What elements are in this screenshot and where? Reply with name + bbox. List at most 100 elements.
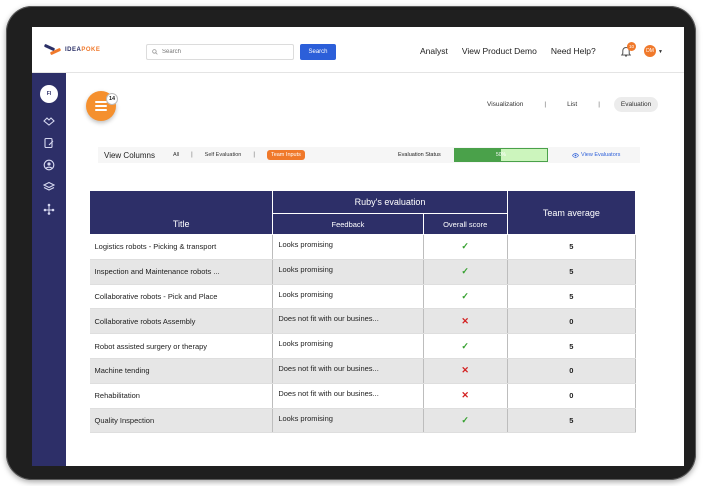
column-group-header: Ruby's evaluation: [272, 190, 508, 214]
row-score-cell: ✕: [423, 308, 508, 335]
view-evaluators-link[interactable]: View Evaluators: [572, 152, 620, 158]
column-header-overall-score[interactable]: Overall score: [422, 213, 508, 235]
column-option-team-inputs[interactable]: Team Inputs: [266, 150, 305, 160]
chevron-down-icon[interactable]: ▼: [658, 49, 663, 55]
cross-icon: ✕: [461, 365, 469, 376]
tab-list[interactable]: List: [560, 97, 584, 112]
row-score-cell: ✓: [423, 408, 508, 434]
top-navbar: IDEAPOKE Search Analyst View Product Dem…: [32, 27, 684, 73]
menu-line: [95, 105, 107, 107]
row-score-cell: ✓: [423, 259, 508, 285]
view-columns-bar: View Columns All | Self Evaluation | Tea…: [98, 147, 640, 163]
row-title-cell: Collaborative robots Assembly: [89, 308, 274, 335]
row-team-average-cell: 0: [507, 308, 637, 335]
user-circle-icon[interactable]: [43, 159, 55, 171]
row-title-cell: Inspection and Maintenance robots ...: [89, 259, 274, 285]
nav-link-view-product-demo[interactable]: View Product Demo: [462, 46, 537, 56]
row-team-average-cell: 0: [507, 358, 637, 384]
row-team-average-cell: 5: [507, 284, 637, 310]
table-row[interactable]: Logistics robots - Picking & transport Lo…: [89, 234, 637, 260]
app-screen: IDEAPOKE Search Analyst View Product Dem…: [32, 27, 684, 466]
brand-logo[interactable]: IDEAPOKE: [43, 43, 101, 56]
top-nav-links: Analyst View Product Demo Need Help?: [420, 46, 596, 56]
table-row[interactable]: Machine tending Does not fit with our bus…: [89, 358, 637, 384]
row-feedback-cell: Does not fit with our busines...: [272, 383, 424, 409]
sidebar-workspace-badge[interactable]: FI: [40, 85, 58, 103]
row-team-average-cell: 5: [507, 234, 637, 260]
column-header-team-average[interactable]: Team average: [506, 190, 637, 235]
row-team-average-cell: 5: [507, 259, 637, 285]
tab-separator: |: [544, 101, 547, 108]
table-body: Logistics robots - Picking & transport Lo…: [89, 234, 637, 434]
row-team-average-cell: 5: [507, 333, 637, 359]
tab-separator: |: [598, 101, 600, 108]
network-icon[interactable]: [43, 203, 55, 215]
user-avatar[interactable]: DM: [644, 45, 656, 57]
main-content: 14 Visualization | List | Evaluation Vie…: [66, 73, 684, 466]
row-feedback-cell: Does not fit with our busines...: [272, 308, 424, 335]
row-title-cell: Collaborative robots - Pick and Place: [89, 284, 274, 310]
handshake-icon[interactable]: [43, 115, 55, 127]
search-button[interactable]: Search: [300, 44, 336, 60]
menu-count-badge: 14: [106, 93, 118, 105]
nav-link-need-help[interactable]: Need Help?: [551, 46, 596, 56]
progress-text: 50%: [495, 152, 506, 158]
cross-icon: ✕: [461, 315, 469, 326]
row-feedback-cell: Looks promising: [272, 333, 424, 359]
search-input[interactable]: [162, 49, 282, 55]
menu-line: [95, 109, 107, 111]
column-header-feedback[interactable]: Feedback: [272, 213, 424, 235]
check-icon: ✓: [461, 290, 469, 301]
row-score-cell: ✓: [423, 333, 508, 359]
evaluation-status-progress: 50%: [454, 148, 548, 162]
row-score-cell: ✓: [423, 234, 508, 260]
row-title-cell: Logistics robots - Picking & transport: [89, 234, 274, 260]
view-evaluators-label: View Evaluators: [581, 152, 621, 158]
row-feedback-cell: Does not fit with our busines...: [272, 358, 424, 384]
left-sidebar: FI: [32, 73, 66, 466]
tablet-frame: IDEAPOKE Search Analyst View Product Dem…: [6, 6, 696, 480]
row-score-cell: ✓: [423, 284, 508, 310]
row-score-cell: ✕: [423, 358, 508, 384]
table-row[interactable]: Inspection and Maintenance robots ... Loo…: [89, 259, 637, 285]
table-row[interactable]: Rehabilitation Does not fit with our busi…: [89, 383, 637, 409]
row-feedback-cell: Looks promising: [272, 408, 424, 434]
notification-badge: 10: [627, 42, 636, 51]
row-feedback-cell: Looks promising: [272, 284, 424, 310]
layers-icon[interactable]: [43, 181, 55, 193]
row-title-cell: Rehabilitation: [89, 383, 274, 409]
search-box: [146, 44, 294, 60]
eye-icon: [572, 152, 579, 158]
nav-link-analyst[interactable]: Analyst: [420, 46, 448, 56]
menu-line: [95, 101, 107, 103]
table-row[interactable]: Quality Inspection Looks promising ✓ 5: [89, 408, 637, 434]
logo-mark-icon: [43, 43, 62, 56]
column-option-self-evaluation[interactable]: Self Evaluation: [205, 152, 242, 158]
table-row[interactable]: Collaborative robots - Pick and Place Loo…: [89, 284, 637, 310]
clipboard-edit-icon[interactable]: [43, 137, 55, 149]
evaluation-status-label: Evaluation Status: [398, 152, 441, 158]
view-switcher: Visualization | List | Evaluation: [480, 97, 659, 112]
row-score-cell: ✕: [423, 383, 508, 409]
row-title-cell: Robot assisted surgery or therapy: [89, 333, 274, 359]
option-separator: |: [253, 152, 255, 158]
row-team-average-cell: 0: [507, 383, 637, 409]
cross-icon: ✕: [461, 390, 469, 401]
row-feedback-cell: Looks promising: [272, 259, 424, 285]
row-feedback-cell: Looks promising: [272, 234, 424, 260]
column-option-all[interactable]: All: [173, 152, 179, 158]
check-icon: ✓: [461, 340, 469, 351]
search-icon: [152, 49, 158, 55]
row-title-cell: Quality Inspection: [89, 408, 274, 434]
table-row[interactable]: Collaborative robots Assembly Does not fi…: [89, 308, 637, 335]
tab-visualization[interactable]: Visualization: [480, 97, 530, 112]
row-team-average-cell: 5: [507, 408, 637, 434]
check-icon: ✓: [461, 414, 469, 425]
check-icon: ✓: [461, 266, 469, 277]
view-columns-label: View Columns: [104, 150, 155, 160]
table-row[interactable]: Robot assisted surgery or therapy Looks p…: [89, 333, 637, 359]
option-separator: |: [191, 152, 193, 158]
column-header-title[interactable]: Title: [88, 190, 274, 235]
logo-text: IDEAPOKE: [65, 47, 101, 53]
tab-evaluation[interactable]: Evaluation: [613, 97, 659, 112]
